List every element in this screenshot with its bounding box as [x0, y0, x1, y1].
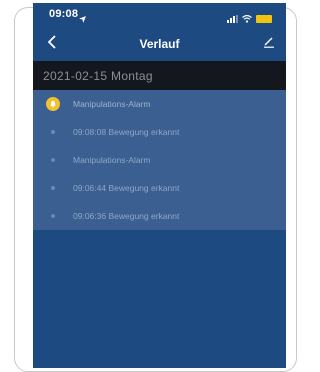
status-icons — [227, 10, 272, 28]
dot-icon — [51, 130, 55, 134]
event-text: 09:08:08 Bewegung erkannt — [73, 127, 180, 137]
pencil-icon — [263, 35, 275, 53]
page-title: Verlauf — [139, 37, 180, 51]
navigation-bar: Verlauf — [33, 27, 286, 61]
dot-icon — [51, 186, 55, 190]
event-marker — [33, 214, 73, 218]
event-text: 09:06:36 Bewegung erkannt — [73, 211, 180, 221]
event-row[interactable]: 09:06:36 Bewegung erkannt — [33, 202, 286, 230]
event-marker — [33, 158, 73, 162]
dot-icon — [51, 214, 55, 218]
bell-icon — [46, 97, 60, 111]
event-marker — [33, 130, 73, 134]
event-list: Manipulations-Alarm 09:08:08 Bewegung er… — [33, 90, 286, 230]
battery-icon — [256, 15, 272, 23]
edit-button[interactable] — [258, 33, 280, 55]
event-row[interactable]: 09:08:08 Bewegung erkannt — [33, 118, 286, 146]
event-row[interactable]: Manipulations-Alarm — [33, 146, 286, 174]
event-marker — [33, 97, 73, 111]
date-header-text: 2021-02-15 Montag — [43, 68, 153, 83]
status-bar: 09:08 — [33, 3, 286, 27]
event-row[interactable]: 09:06:44 Bewegung erkannt — [33, 174, 286, 202]
event-text: Manipulations-Alarm — [73, 155, 151, 165]
phone-screen: 09:08 Verlauf 2021-02-15 Montag Manipula… — [33, 3, 286, 368]
event-row[interactable]: Manipulations-Alarm — [33, 90, 286, 118]
wifi-icon — [242, 10, 252, 28]
dot-icon — [51, 158, 55, 162]
status-time: 09:08 — [49, 8, 79, 20]
event-marker — [33, 186, 73, 190]
event-text: Manipulations-Alarm — [73, 99, 151, 109]
cellular-signal-icon — [227, 15, 238, 23]
location-arrow-icon — [79, 10, 86, 28]
event-text: 09:06:44 Bewegung erkannt — [73, 183, 180, 193]
date-section-header: 2021-02-15 Montag — [33, 61, 286, 90]
